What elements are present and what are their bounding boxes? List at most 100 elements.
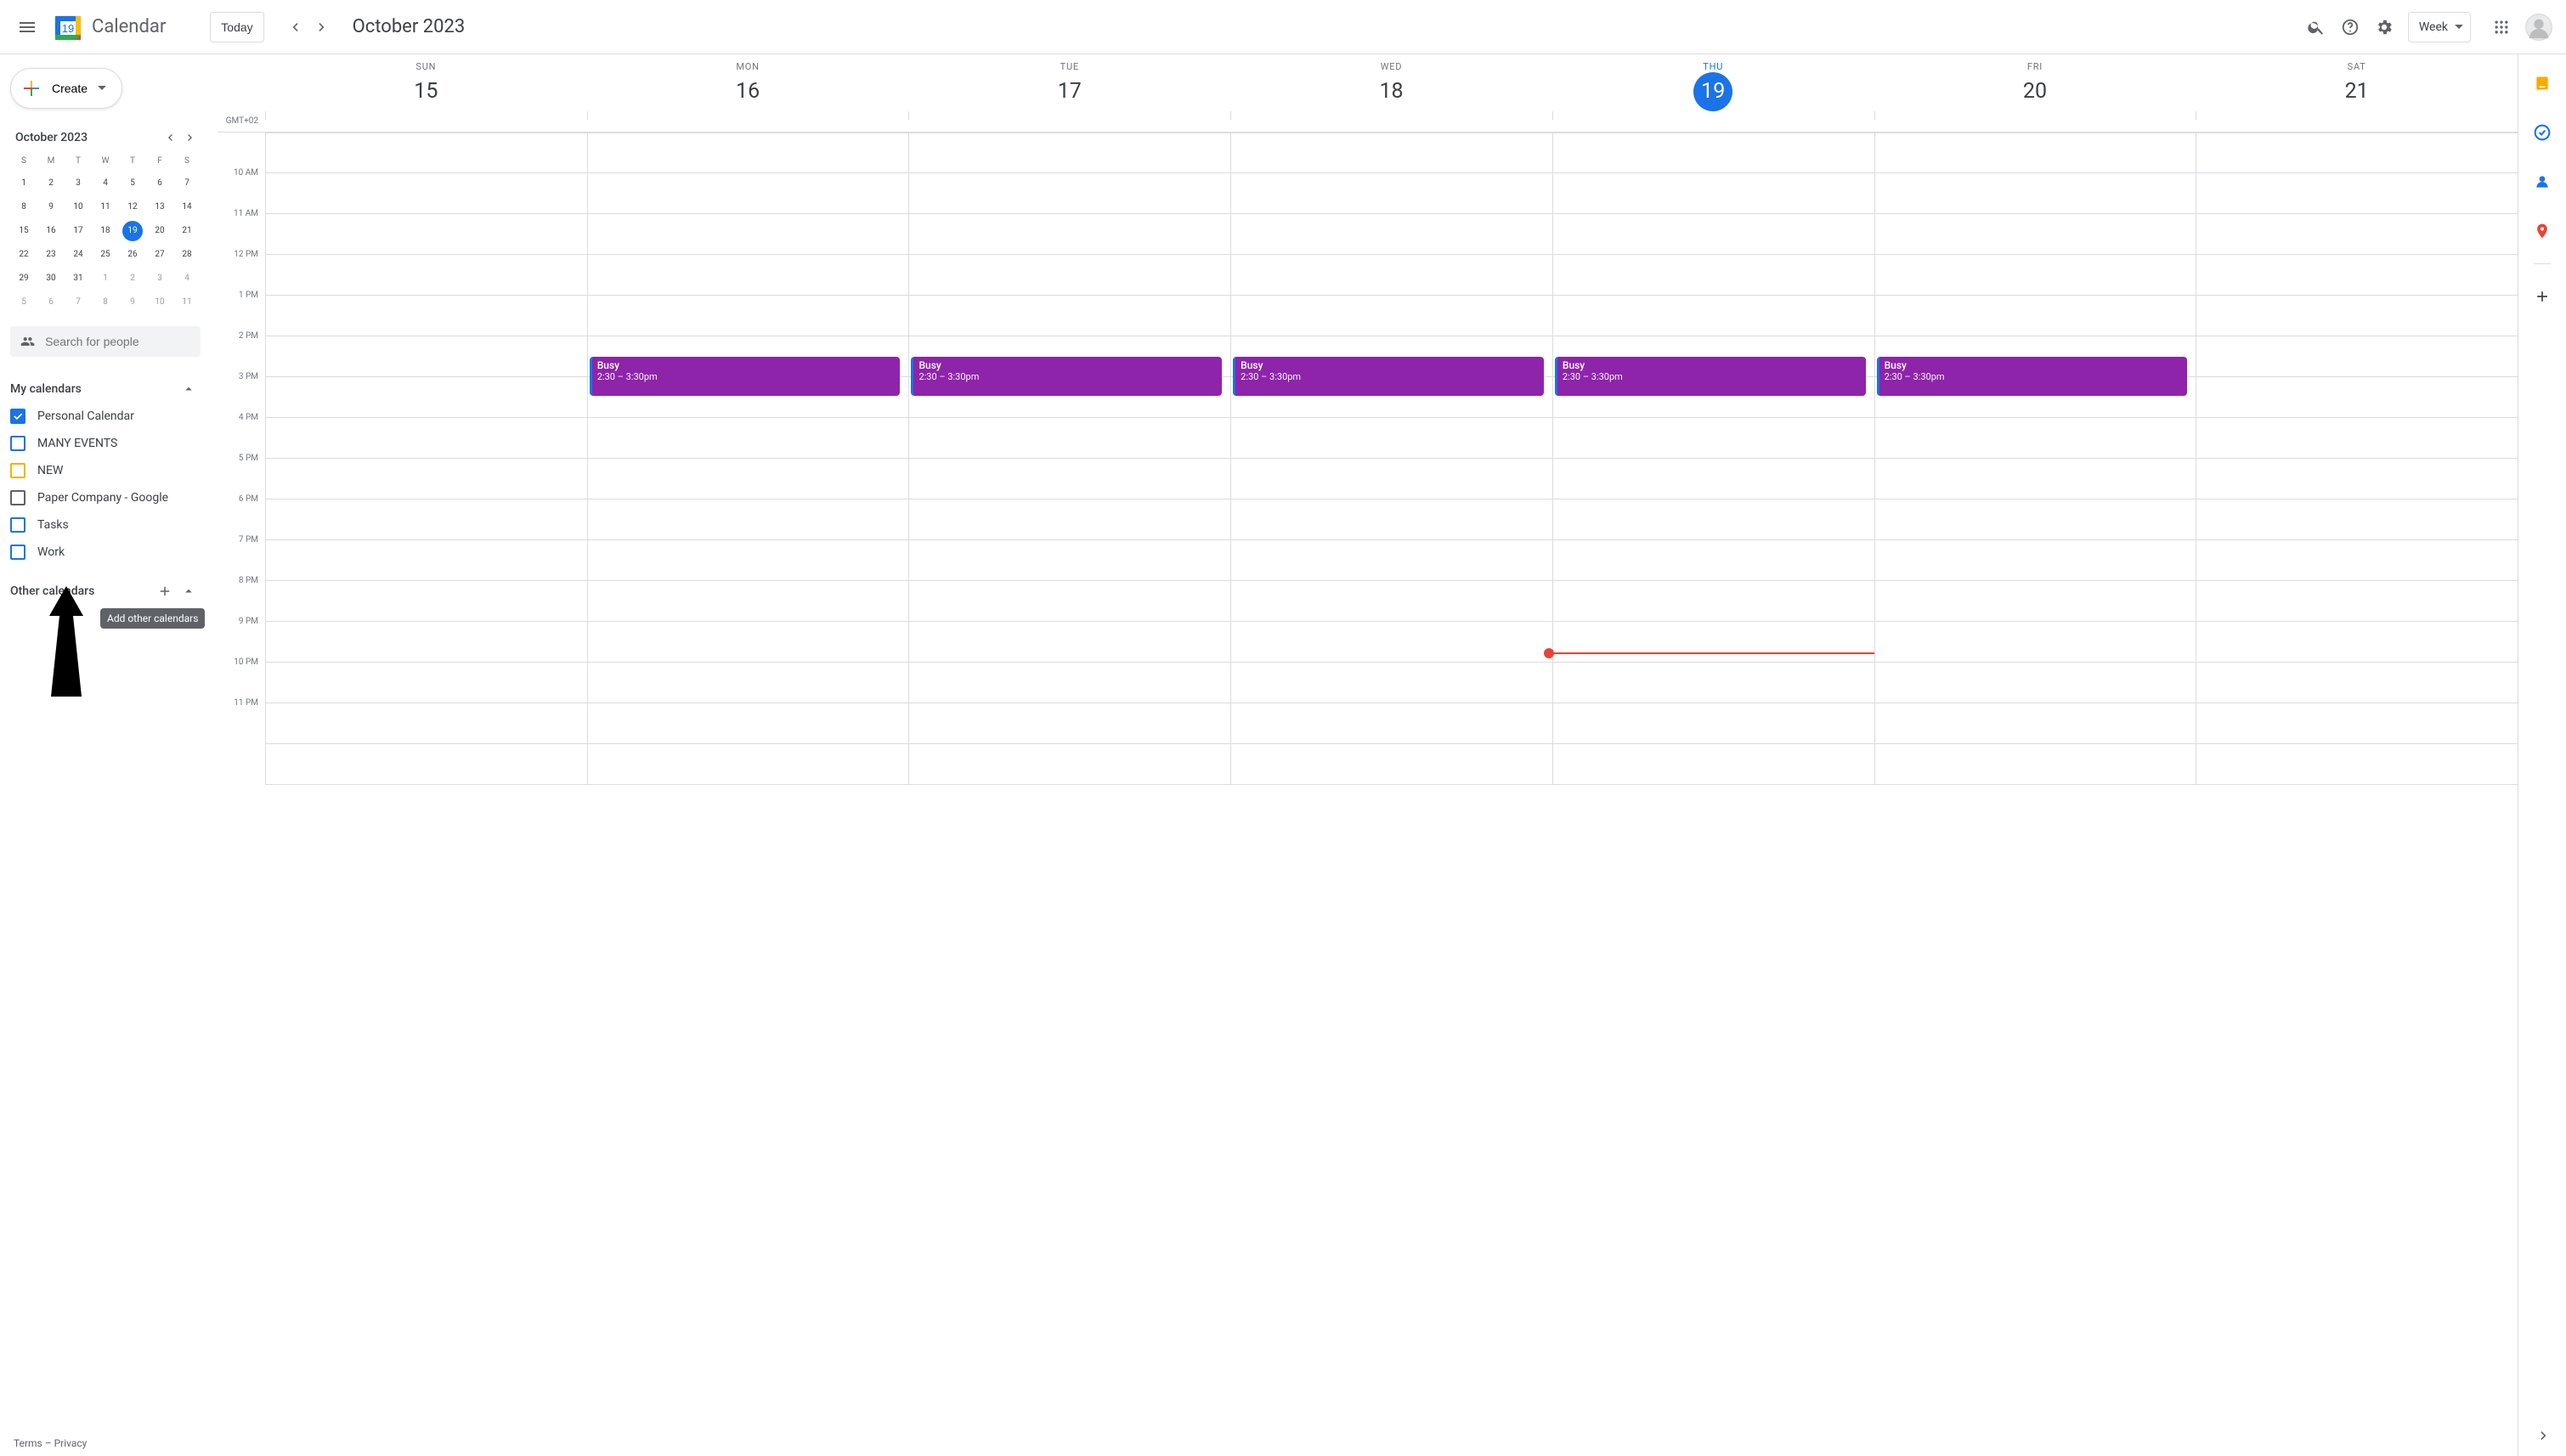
hour-cell[interactable] bbox=[588, 173, 909, 214]
allday-cell[interactable] bbox=[2196, 111, 2518, 120]
day-column[interactable]: Busy2:30 – 3:30pm bbox=[908, 133, 1230, 785]
hour-cell[interactable] bbox=[1553, 133, 1874, 173]
hour-cell[interactable] bbox=[1875, 418, 2196, 459]
hour-cell[interactable] bbox=[1231, 540, 1552, 581]
hour-cell[interactable] bbox=[588, 133, 909, 173]
settings-button[interactable] bbox=[2367, 10, 2401, 44]
hour-cell[interactable] bbox=[266, 540, 587, 581]
mini-day[interactable]: 26 bbox=[122, 245, 143, 265]
mini-day[interactable]: 14 bbox=[177, 197, 197, 217]
hour-cell[interactable] bbox=[1553, 703, 1874, 744]
day-column[interactable]: Busy2:30 – 3:30pm bbox=[1874, 133, 2196, 785]
hour-cell[interactable] bbox=[1875, 540, 2196, 581]
day-number[interactable]: 17 bbox=[1050, 72, 1089, 111]
hour-cell[interactable] bbox=[2196, 540, 2518, 581]
get-addons-button[interactable] bbox=[2525, 279, 2559, 313]
hour-cell[interactable] bbox=[1231, 459, 1552, 499]
mini-day[interactable]: 10 bbox=[68, 197, 88, 217]
hour-cell[interactable] bbox=[909, 255, 1230, 296]
mini-day[interactable]: 7 bbox=[177, 173, 197, 194]
hour-cell[interactable] bbox=[1231, 744, 1552, 785]
hour-cell[interactable] bbox=[2196, 214, 2518, 255]
day-header[interactable]: SUN15 bbox=[265, 54, 587, 111]
hour-cell[interactable] bbox=[909, 663, 1230, 703]
calendar-item[interactable]: Tasks bbox=[10, 511, 201, 539]
hour-cell[interactable] bbox=[1875, 296, 2196, 336]
privacy-link[interactable]: Privacy bbox=[54, 1437, 88, 1449]
hour-cell[interactable] bbox=[2196, 336, 2518, 377]
mini-day[interactable]: 21 bbox=[177, 221, 197, 241]
day-number[interactable]: 20 bbox=[2015, 72, 2054, 111]
hour-cell[interactable] bbox=[909, 459, 1230, 499]
hour-cell[interactable] bbox=[1231, 703, 1552, 744]
hour-cell[interactable] bbox=[266, 663, 587, 703]
day-number[interactable]: 18 bbox=[1372, 72, 1411, 111]
hour-cell[interactable] bbox=[909, 418, 1230, 459]
hour-cell[interactable] bbox=[1231, 622, 1552, 663]
day-header[interactable]: TUE17 bbox=[908, 54, 1230, 111]
google-apps-button[interactable] bbox=[2484, 10, 2518, 44]
hour-cell[interactable] bbox=[588, 418, 909, 459]
mini-day[interactable]: 4 bbox=[95, 173, 116, 194]
search-button[interactable] bbox=[2299, 10, 2333, 44]
create-button[interactable]: Create bbox=[10, 68, 122, 109]
hour-cell[interactable] bbox=[588, 214, 909, 255]
hour-cell[interactable] bbox=[1553, 255, 1874, 296]
hour-cell[interactable] bbox=[2196, 703, 2518, 744]
mini-day[interactable]: 24 bbox=[68, 245, 88, 265]
allday-cell[interactable] bbox=[1552, 111, 1874, 120]
calendar-event[interactable]: Busy2:30 – 3:30pm bbox=[1877, 357, 2188, 396]
mini-day[interactable]: 18 bbox=[95, 221, 116, 241]
view-switcher[interactable]: Week bbox=[2408, 12, 2471, 42]
calendar-checkbox[interactable] bbox=[10, 490, 25, 505]
search-people-input[interactable] bbox=[45, 335, 190, 348]
hour-cell[interactable] bbox=[1875, 663, 2196, 703]
day-column[interactable]: Busy2:30 – 3:30pm bbox=[1230, 133, 1552, 785]
hour-cell[interactable] bbox=[1875, 133, 2196, 173]
hour-cell[interactable] bbox=[909, 622, 1230, 663]
allday-cell[interactable] bbox=[1230, 111, 1552, 120]
account-avatar[interactable] bbox=[2525, 14, 2552, 41]
hour-cell[interactable] bbox=[2196, 296, 2518, 336]
today-button[interactable]: Today bbox=[210, 12, 263, 42]
allday-cell[interactable] bbox=[265, 111, 587, 120]
maps-button[interactable] bbox=[2525, 214, 2559, 248]
hour-cell[interactable] bbox=[266, 703, 587, 744]
hour-cell[interactable] bbox=[909, 744, 1230, 785]
mini-prev-button[interactable] bbox=[160, 127, 180, 148]
hour-cell[interactable] bbox=[266, 459, 587, 499]
app-logo[interactable]: 19 Calendar bbox=[51, 10, 166, 44]
day-column[interactable] bbox=[265, 133, 587, 785]
calendar-event[interactable]: Busy2:30 – 3:30pm bbox=[1233, 357, 1544, 396]
mini-day[interactable]: 29 bbox=[14, 268, 34, 289]
day-number[interactable]: 21 bbox=[2337, 72, 2377, 111]
hour-cell[interactable] bbox=[2196, 377, 2518, 418]
hour-cell[interactable] bbox=[266, 296, 587, 336]
hour-cell[interactable] bbox=[1875, 255, 2196, 296]
hour-cell[interactable] bbox=[266, 173, 587, 214]
hour-cell[interactable] bbox=[1553, 214, 1874, 255]
hour-cell[interactable] bbox=[1553, 581, 1874, 622]
hour-cell[interactable] bbox=[1231, 418, 1552, 459]
mini-day[interactable]: 25 bbox=[95, 245, 116, 265]
mini-day[interactable]: 5 bbox=[14, 292, 34, 313]
mini-day[interactable]: 3 bbox=[150, 268, 170, 289]
allday-cell[interactable] bbox=[908, 111, 1230, 120]
allday-cell[interactable] bbox=[1874, 111, 2196, 120]
hour-cell[interactable] bbox=[1875, 703, 2196, 744]
hour-cell[interactable] bbox=[2196, 173, 2518, 214]
calendar-item[interactable]: MANY EVENTS bbox=[10, 430, 201, 457]
other-calendars-header[interactable]: Other calendars bbox=[10, 578, 201, 605]
mini-day[interactable]: 30 bbox=[41, 268, 61, 289]
hour-cell[interactable] bbox=[588, 663, 909, 703]
mini-day[interactable]: 9 bbox=[41, 197, 61, 217]
day-header[interactable]: FRI20 bbox=[1874, 54, 2196, 111]
hour-cell[interactable] bbox=[2196, 622, 2518, 663]
hour-cell[interactable] bbox=[2196, 255, 2518, 296]
mini-day[interactable]: 7 bbox=[68, 292, 88, 313]
hour-cell[interactable] bbox=[1875, 459, 2196, 499]
hour-cell[interactable] bbox=[266, 581, 587, 622]
calendar-checkbox[interactable] bbox=[10, 517, 25, 533]
hour-cell[interactable] bbox=[588, 459, 909, 499]
hour-cell[interactable] bbox=[1875, 622, 2196, 663]
